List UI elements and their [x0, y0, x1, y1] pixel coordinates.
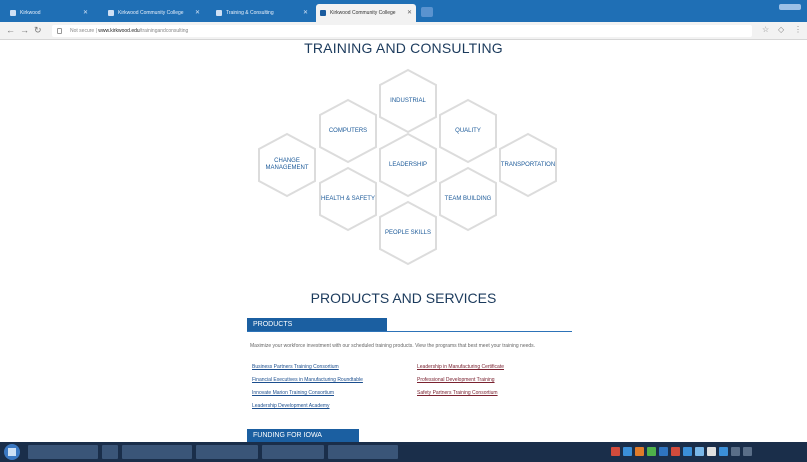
hex-change-management[interactable]: CHANGE MANAGEMENT [256, 132, 318, 198]
taskbar-app[interactable] [102, 445, 118, 459]
close-icon[interactable]: ✕ [407, 4, 412, 22]
start-button[interactable] [4, 444, 20, 460]
tray-app-icon[interactable] [695, 447, 704, 456]
hex-label: CHANGE MANAGEMENT [265, 158, 309, 171]
product-link[interactable]: Business Partners Training Consortium [252, 364, 339, 370]
page-title: TRAINING AND CONSULTING [304, 40, 503, 56]
window-controls[interactable] [779, 4, 801, 10]
tray-app-icon[interactable] [659, 447, 668, 456]
browser-tab-bar: Kirkwood ✕ Kirkwood Community College ✕ … [0, 0, 807, 22]
hex-label: QUALITY [455, 127, 481, 134]
hex-industrial[interactable]: INDUSTRIAL [377, 68, 439, 134]
back-arrow-icon[interactable]: ← [6, 25, 15, 35]
tray-app-icon[interactable] [647, 447, 656, 456]
tray-app-icon[interactable] [671, 447, 680, 456]
favicon-icon [108, 10, 114, 16]
tab-title: Training & Consulting [226, 10, 274, 16]
taskbar-app[interactable] [122, 445, 192, 459]
tab-title: Kirkwood Community College [118, 10, 184, 16]
hex-label: TEAM BUILDING [444, 195, 492, 202]
url-host: www.kirkwood.edu [98, 28, 140, 34]
product-link[interactable]: Leadership Development Academy [252, 403, 330, 409]
address-bar[interactable]: Not secure | www.kirkwood.edu/trainingan… [52, 25, 752, 37]
favicon-icon [10, 10, 16, 16]
taskbar-app[interactable] [196, 445, 258, 459]
hex-team-building[interactable]: TEAM BUILDING [437, 166, 499, 232]
hex-label: LEADERSHIP [388, 161, 427, 168]
network-icon[interactable] [731, 447, 740, 456]
products-description: Maximize your workforce investment with … [250, 343, 536, 349]
hex-transportation[interactable]: TRANSPORTATION [497, 132, 559, 198]
hex-label: TRANSPORTATION [500, 161, 556, 168]
forward-arrow-icon[interactable]: → [20, 25, 29, 35]
favicon-icon [216, 10, 222, 16]
tab-title: Kirkwood Community College [330, 10, 396, 16]
tray-app-icon[interactable] [719, 447, 728, 456]
tray-app-icon[interactable] [683, 447, 692, 456]
favicon-icon [320, 10, 326, 16]
browser-toolbar: ← → ↻ Not secure | www.kirkwood.edu/trai… [0, 22, 807, 40]
tab-title: Kirkwood [20, 10, 41, 16]
close-icon[interactable]: ✕ [195, 4, 200, 22]
browser-tab-active[interactable]: Kirkwood Community College ✕ [316, 4, 416, 22]
taskbar-app[interactable] [328, 445, 398, 459]
hex-quality[interactable]: QUALITY [437, 98, 499, 164]
hex-label: PEOPLE SKILLS [384, 229, 432, 236]
hex-label: HEALTH & SAFETY [321, 195, 375, 202]
page-content: TRAINING AND CONSULTING INDUSTRIAL COMPUT… [0, 40, 807, 452]
hex-leadership[interactable]: LEADERSHIP [377, 132, 439, 198]
tray-app-icon[interactable] [611, 447, 620, 456]
browser-tab[interactable]: Kirkwood ✕ [6, 4, 92, 22]
url-path: /trainingandconsulting [139, 28, 189, 34]
url-security-label: Not secure [70, 28, 95, 34]
reload-icon[interactable]: ↻ [34, 25, 42, 36]
hex-label: COMPUTERS [328, 127, 368, 134]
product-link[interactable]: Professional Development Training [417, 377, 495, 383]
product-link[interactable]: Financial Executives in Manufacturing Ro… [252, 377, 363, 383]
products-section-header: PRODUCTS [247, 318, 387, 331]
product-link[interactable]: Innovate Marion Training Consortium [252, 390, 334, 396]
close-icon[interactable]: ✕ [83, 4, 88, 22]
hex-people-skills[interactable]: PEOPLE SKILLS [377, 200, 439, 266]
tray-app-icon[interactable] [623, 447, 632, 456]
hex-label: INDUSTRIAL [390, 97, 426, 104]
taskbar-app[interactable] [28, 445, 98, 459]
system-tray [611, 445, 801, 459]
browser-tab[interactable]: Training & Consulting ✕ [212, 4, 312, 22]
new-tab-button[interactable] [421, 7, 433, 17]
browser-tab[interactable]: Kirkwood Community College ✕ [104, 4, 204, 22]
funding-section-header: FUNDING FOR IOWA BUSINESSES [247, 429, 359, 452]
product-link[interactable]: Leadership in Manufacturing Certificate [417, 364, 504, 370]
star-icon[interactable]: ☆ [762, 26, 770, 34]
menu-icon[interactable]: ⋮ [794, 26, 802, 34]
divider [247, 331, 572, 332]
section-title: PRODUCTS AND SERVICES [310, 290, 497, 306]
hex-health-safety[interactable]: HEALTH & SAFETY [317, 166, 379, 232]
hex-computers[interactable]: COMPUTERS [317, 98, 379, 164]
product-link[interactable]: Safety Partners Training Consortium [417, 390, 498, 396]
os-taskbar [0, 442, 807, 462]
tray-app-icon[interactable] [707, 447, 716, 456]
taskbar-app[interactable] [262, 445, 324, 459]
extension-icon[interactable]: ◇ [778, 26, 786, 34]
info-icon[interactable] [57, 28, 62, 34]
volume-icon[interactable] [743, 447, 752, 456]
close-icon[interactable]: ✕ [303, 4, 308, 22]
tray-app-icon[interactable] [635, 447, 644, 456]
